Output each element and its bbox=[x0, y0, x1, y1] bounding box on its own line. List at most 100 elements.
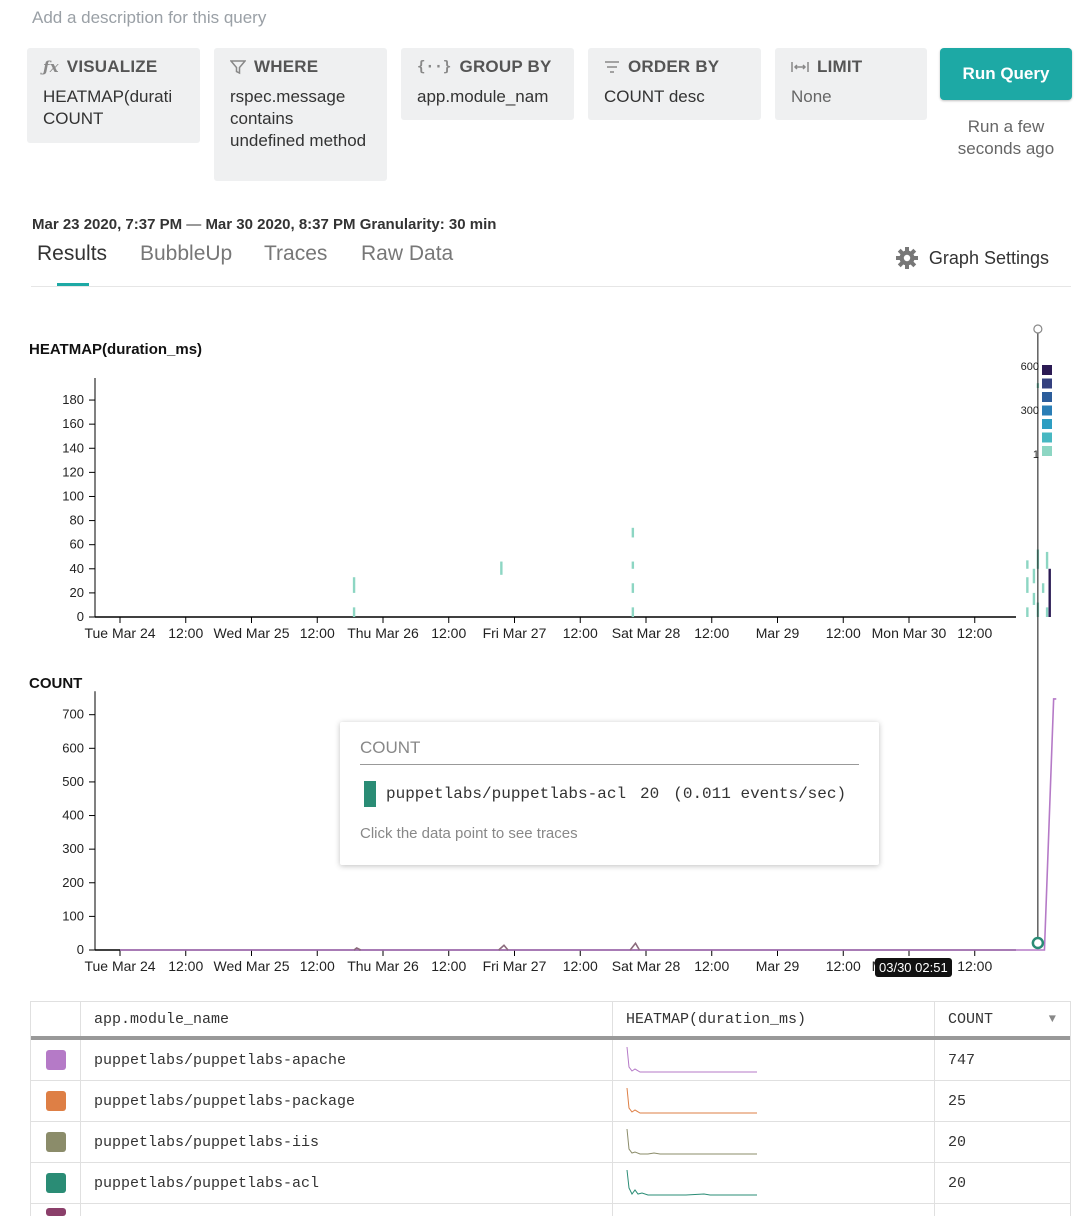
legend-label: 300 bbox=[1021, 405, 1039, 417]
column-header-module[interactable]: app.module_name bbox=[81, 1002, 613, 1036]
y-tick-label: 140 bbox=[62, 440, 84, 455]
y-tick-label: 100 bbox=[62, 908, 84, 923]
table-row[interactable]: puppetlabs/puppetlabs-acl 20 bbox=[31, 1163, 1070, 1204]
group-by-label: GROUP BY bbox=[459, 57, 552, 76]
limit-icon bbox=[791, 62, 809, 72]
where-value: rspec.message contains undefined method bbox=[230, 87, 367, 150]
row-color-swatch[interactable] bbox=[45, 1050, 66, 1070]
heatmap-cells[interactable] bbox=[352, 383, 1051, 617]
tab-results[interactable]: Results bbox=[37, 242, 107, 266]
function-icon: ƒx bbox=[43, 58, 59, 76]
row-count: 25 bbox=[948, 1092, 967, 1110]
crosshair-handle bbox=[1033, 324, 1043, 334]
heatmap-cell bbox=[1048, 568, 1051, 617]
y-tick-label: 400 bbox=[62, 808, 84, 823]
run-query-button[interactable]: Run Query bbox=[940, 48, 1072, 100]
row-count: 20 bbox=[948, 1174, 967, 1192]
tooltip-note: Click the data point to see traces bbox=[360, 825, 578, 842]
column-header-count[interactable]: COUNT ▼ bbox=[935, 1002, 1070, 1036]
heatmap-cell bbox=[1032, 568, 1036, 584]
description-input[interactable]: Add a description for this query bbox=[32, 8, 266, 28]
tooltip-series-name: puppetlabs/puppetlabs-acl bbox=[386, 785, 627, 803]
y-tick-label: 300 bbox=[62, 841, 84, 856]
heatmap-cell bbox=[352, 607, 356, 617]
where-label: WHERE bbox=[254, 57, 319, 76]
legend-swatch bbox=[1042, 419, 1052, 429]
tab-raw-data[interactable]: Raw Data bbox=[361, 242, 453, 266]
series-line bbox=[629, 941, 641, 951]
sort-icon bbox=[605, 61, 619, 73]
group-by-box[interactable]: {··} GROUP BY app.module_nam bbox=[401, 48, 574, 120]
y-tick-label: 160 bbox=[62, 416, 84, 431]
visualize-label: VISUALIZE bbox=[66, 57, 158, 76]
x-tick-label: 12:00 bbox=[300, 958, 335, 974]
row-sparkline bbox=[626, 1046, 757, 1073]
order-by-box[interactable]: ORDER BY COUNT desc bbox=[588, 48, 761, 120]
row-color-swatch[interactable] bbox=[45, 1091, 66, 1111]
graph-settings-button[interactable]: Graph Settings bbox=[895, 246, 1049, 270]
legend-swatch bbox=[1042, 392, 1052, 402]
x-tick-label: Sat Mar 28 bbox=[612, 958, 681, 974]
visualize-box[interactable]: ƒx VISUALIZE HEATMAP(durati COUNT bbox=[27, 48, 200, 143]
heatmap-cell bbox=[500, 561, 503, 575]
charts-area[interactable]: HEATMAP(duration_ms) COUNT 0 20 40 60 80 100 1… bbox=[0, 300, 1085, 990]
x-tick-label: Sat Mar 28 bbox=[612, 625, 681, 641]
row-count: 20 bbox=[948, 1133, 967, 1151]
y-tick-label: 80 bbox=[70, 513, 84, 528]
tab-traces[interactable]: Traces bbox=[264, 242, 327, 266]
x-tick-label: 12:00 bbox=[694, 625, 729, 641]
row-count: 747 bbox=[948, 1051, 976, 1069]
row-sparkline bbox=[626, 1169, 757, 1196]
y-tick-label: 120 bbox=[62, 464, 84, 479]
x-tick-label: 12:00 bbox=[431, 625, 466, 641]
y-tick-label: 0 bbox=[77, 609, 84, 624]
x-tick-label: 12:00 bbox=[300, 625, 335, 641]
group-by-value: app.module_nam bbox=[417, 87, 549, 106]
visualize-value-2: COUNT bbox=[43, 109, 104, 128]
count-title: COUNT bbox=[29, 675, 82, 692]
x-tick-label: Wed Mar 25 bbox=[214, 625, 290, 641]
table-row[interactable]: puppetlabs/puppetlabs-apache 747 bbox=[31, 1040, 1070, 1081]
y-tick-label: 200 bbox=[62, 875, 84, 890]
x-tick-label: 12:00 bbox=[168, 625, 203, 641]
y-tick-label: 100 bbox=[62, 488, 84, 503]
y-tick-label: 40 bbox=[70, 561, 84, 576]
x-tick-label: Mar 29 bbox=[756, 958, 800, 974]
order-by-label: ORDER BY bbox=[628, 57, 720, 76]
y-tick-label: 600 bbox=[62, 740, 84, 755]
column-header-heatmap[interactable]: HEATMAP(duration_ms) bbox=[613, 1002, 935, 1036]
row-color-swatch[interactable] bbox=[45, 1132, 66, 1152]
x-tick-label: Thu Mar 26 bbox=[347, 958, 419, 974]
tab-bubbleup[interactable]: BubbleUp bbox=[140, 242, 232, 266]
table-row[interactable] bbox=[31, 1204, 1070, 1216]
x-tick-label: 12:00 bbox=[957, 958, 992, 974]
hover-point bbox=[1031, 936, 1045, 950]
row-module-name: puppetlabs/puppetlabs-apache bbox=[81, 1040, 613, 1080]
table-row[interactable]: puppetlabs/puppetlabs-iis 20 bbox=[31, 1122, 1070, 1163]
run-status: Run a few seconds ago bbox=[957, 117, 1055, 158]
group-icon: {··} bbox=[417, 59, 452, 75]
legend-swatch bbox=[1042, 446, 1052, 456]
tooltip-swatch bbox=[364, 781, 376, 807]
heatmap-cell bbox=[1041, 583, 1045, 593]
row-color-swatch[interactable] bbox=[45, 1173, 66, 1193]
hover-timestamp: 03/30 02:51 bbox=[875, 958, 952, 977]
table-row[interactable]: puppetlabs/puppetlabs-package 25 bbox=[31, 1081, 1070, 1122]
time-range: Mar 23 2020, 7:37 PM — Mar 30 2020, 8:37… bbox=[32, 216, 497, 233]
x-tick-label: 12:00 bbox=[826, 958, 861, 974]
limit-box[interactable]: LIMIT None bbox=[775, 48, 927, 120]
hover-crosshair bbox=[1031, 324, 1045, 950]
row-module-name: puppetlabs/puppetlabs-acl bbox=[81, 1163, 613, 1203]
row-color-swatch[interactable] bbox=[45, 1208, 66, 1216]
y-tick-label: 500 bbox=[62, 774, 84, 789]
x-tick-label: 12:00 bbox=[168, 958, 203, 974]
x-tick-label: Tue Mar 24 bbox=[84, 625, 155, 641]
table-header: app.module_name HEATMAP(duration_ms) COU… bbox=[31, 1002, 1070, 1040]
heatmap-cell bbox=[1026, 607, 1029, 617]
filter-icon bbox=[230, 60, 246, 75]
heatmap-cell bbox=[631, 527, 635, 538]
results-table: app.module_name HEATMAP(duration_ms) COU… bbox=[30, 1001, 1071, 1216]
heatmap-legend: 6003001 bbox=[1021, 361, 1052, 461]
where-box[interactable]: WHERE rspec.message contains undefined m… bbox=[214, 48, 387, 181]
x-tick-label: Fri Mar 27 bbox=[483, 958, 547, 974]
